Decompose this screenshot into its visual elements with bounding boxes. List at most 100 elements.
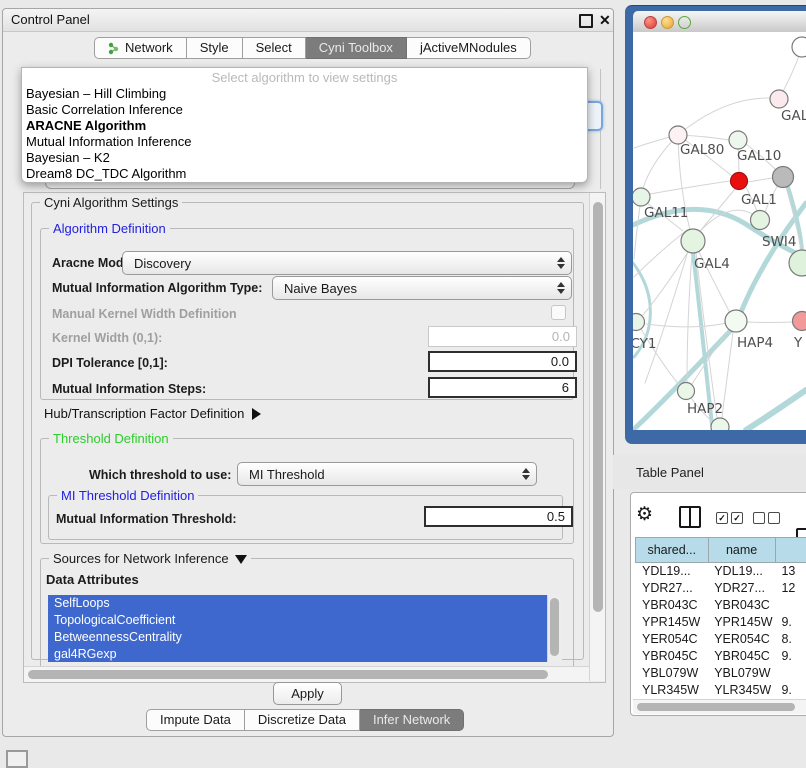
- table-hscrollbar-track[interactable]: [633, 699, 806, 714]
- table-row[interactable]: YDR27...YDR27...12: [635, 580, 806, 597]
- network-node-gcy1[interactable]: [633, 314, 645, 331]
- network-edge[interactable]: [696, 253, 717, 418]
- network-window-titlebar[interactable]: [633, 11, 806, 33]
- tab-discretize-data[interactable]: Discretize Data: [245, 709, 360, 731]
- algorithm-option[interactable]: ARACNE Algorithm: [22, 118, 587, 134]
- tab-infer-network-label: Infer Network: [373, 709, 450, 731]
- data-attribute-item[interactable]: TopologicalCoefficient: [48, 612, 562, 629]
- table-cell: 13: [774, 563, 806, 580]
- network-node[interactable]: [789, 250, 806, 276]
- network-node-gal4[interactable]: [681, 229, 705, 253]
- minimize-window-icon[interactable]: [661, 16, 674, 29]
- network-node[interactable]: [711, 418, 729, 430]
- table-cell: 9.: [774, 682, 806, 699]
- network-edge[interactable]: [722, 332, 733, 417]
- tab-network[interactable]: Network: [94, 37, 187, 59]
- dpi-tolerance-field[interactable]: 0.0: [428, 351, 577, 372]
- network-edge[interactable]: [693, 253, 712, 425]
- table-row[interactable]: YBL079WYBL079W: [635, 665, 806, 682]
- data-attributes-list[interactable]: SelfLoopsTopologicalCoefficientBetweenne…: [48, 595, 562, 662]
- network-node-hap2[interactable]: [678, 383, 695, 400]
- algorithm-option[interactable]: Bayesian – Hill Climbing: [22, 86, 587, 102]
- apply-button-label: Apply: [291, 686, 324, 701]
- network-edge[interactable]: [634, 230, 687, 277]
- tab-select[interactable]: Select: [243, 37, 306, 59]
- table-header-cell[interactable]: name: [709, 537, 776, 563]
- network-edge[interactable]: [748, 178, 772, 182]
- gear-icon[interactable]: ⚙: [636, 505, 653, 525]
- table-hscrollbar-thumb[interactable]: [637, 703, 795, 711]
- settings-hscrollbar-thumb[interactable]: [28, 670, 548, 679]
- algorithm-option[interactable]: Mutual Information Inference: [22, 134, 587, 150]
- aracne-mode-combo[interactable]: Discovery: [122, 251, 572, 275]
- close-panel-icon[interactable]: ✕: [599, 13, 611, 27]
- kernel-width-field[interactable]: 0.0: [428, 326, 577, 347]
- network-edge[interactable]: [746, 390, 806, 430]
- which-threshold-combo[interactable]: MI Threshold: [237, 462, 537, 486]
- attributes-scrollbar-thumb[interactable]: [550, 598, 559, 656]
- data-attribute-item[interactable]: SelfLoops: [48, 595, 562, 612]
- algorithm-option[interactable]: Dream8 DC_TDC Algorithm: [22, 166, 587, 182]
- network-edge[interactable]: [747, 322, 792, 323]
- network-node[interactable]: [773, 167, 794, 188]
- columns-icon[interactable]: [679, 506, 701, 528]
- table-row[interactable]: YBR045CYBR045C9.: [635, 648, 806, 665]
- apply-button[interactable]: Apply: [273, 682, 342, 705]
- table-header-cell[interactable]: [776, 537, 806, 563]
- table-header-cell[interactable]: shared...: [635, 537, 709, 563]
- table-row[interactable]: YER054CYER054C8.: [635, 631, 806, 648]
- network-node-gal1[interactable]: [731, 173, 748, 190]
- select-all-checkboxes-icon[interactable]: ✓✓: [716, 512, 743, 524]
- network-node-y[interactable]: [793, 312, 806, 331]
- checked-box-icon: ✓: [731, 512, 743, 524]
- manual-kernel-width-checkbox[interactable]: [551, 305, 566, 320]
- network-edge[interactable]: [646, 321, 734, 327]
- clear-all-checkboxes-icon[interactable]: [753, 512, 780, 524]
- float-panel-icon[interactable]: [579, 14, 593, 28]
- algorithm-dropdown[interactable]: Select algorithm to view settings Bayesi…: [21, 67, 588, 183]
- zoom-window-icon[interactable]: [678, 16, 691, 29]
- network-edge[interactable]: [650, 181, 730, 194]
- mi-algorithm-type-combo[interactable]: Naive Bayes: [272, 276, 572, 300]
- table-cell: YPR145W: [635, 614, 707, 631]
- sources-title-wrap[interactable]: Sources for Network Inference: [49, 551, 251, 566]
- tab-jactivemnodules[interactable]: jActiveMNodules: [407, 37, 531, 59]
- network-node[interactable]: [792, 37, 806, 57]
- table-row[interactable]: YPR145WYPR145W9.: [635, 614, 806, 631]
- tab-select-label: Select: [256, 37, 292, 59]
- combo-arrows-icon: [521, 463, 531, 485]
- data-attribute-item[interactable]: gal4RGexp: [48, 646, 562, 662]
- network-edge[interactable]: [634, 206, 640, 259]
- mi-steps-field[interactable]: 6: [428, 377, 577, 398]
- table-row[interactable]: YBR043CYBR043C: [635, 597, 806, 614]
- network-view-window[interactable]: GALGAL80GAL10GAL1GAL11SWI4GAL4HAP4YGCY1H…: [625, 5, 806, 444]
- tab-cyni-toolbox[interactable]: Cyni Toolbox: [306, 37, 407, 59]
- network-node-gal10[interactable]: [729, 131, 747, 149]
- settings-vscrollbar-thumb[interactable]: [593, 202, 603, 612]
- tab-style[interactable]: Style: [187, 37, 243, 59]
- algorithm-option[interactable]: Basic Correlation Inference: [22, 102, 587, 118]
- network-edge[interactable]: [687, 253, 692, 382]
- network-node-swi4[interactable]: [751, 211, 770, 230]
- network-canvas[interactable]: GALGAL80GAL10GAL1GAL11SWI4GAL4HAP4YGCY1H…: [633, 32, 806, 430]
- table-body: YDL19...YDL19...13YDR27...YDR27...12YBR0…: [635, 563, 806, 715]
- attributes-scrollbar-track[interactable]: [547, 595, 562, 662]
- close-window-icon[interactable]: [644, 16, 657, 29]
- network-node-hap4[interactable]: [725, 310, 747, 332]
- network-node-gal[interactable]: [770, 90, 788, 108]
- data-attribute-item[interactable]: BetweennessCentrality: [48, 629, 562, 646]
- network-node-gal11[interactable]: [633, 188, 650, 206]
- tab-impute-data[interactable]: Impute Data: [146, 709, 245, 731]
- network-edge[interactable]: [678, 98, 770, 135]
- mi-threshold-field[interactable]: 0.5: [424, 506, 573, 527]
- algorithm-option[interactable]: Bayesian – K2: [22, 150, 587, 166]
- table-row[interactable]: YDL19...YDL19...13: [635, 563, 806, 580]
- network-edge[interactable]: [692, 329, 729, 384]
- settings-hscrollbar-track[interactable]: [24, 666, 589, 682]
- tab-infer-network[interactable]: Infer Network: [360, 709, 464, 731]
- collapsed-panel-icon[interactable]: [6, 750, 28, 768]
- table-row[interactable]: YLR345WYLR345W9.: [635, 682, 806, 699]
- hub-definition-header[interactable]: Hub/Transcription Factor Definition: [44, 406, 261, 421]
- settings-vscrollbar-track[interactable]: [589, 193, 606, 681]
- table-cell: YER054C: [707, 631, 774, 648]
